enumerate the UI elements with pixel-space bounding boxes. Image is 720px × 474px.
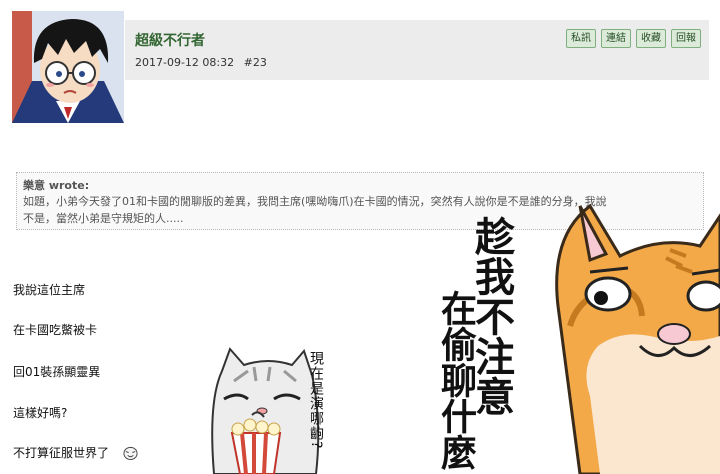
link-button[interactable]: 連結 [601,29,631,48]
small-sticker-caption: 現在是演哪齣? [308,351,324,450]
post-floor[interactable]: #23 [244,56,267,69]
quote-author: 樂意 wrote: [23,179,90,192]
report-button[interactable]: 回報 [671,29,701,48]
body-line: 我說這位主席 [13,283,86,297]
private-message-button[interactable]: 私訊 [566,29,596,48]
body-line: 在卡國吃鱉被卡 [13,323,98,337]
post-meta: 2017-09-12 08:32 #23 [135,56,267,69]
post-header: 超級不行者 2017-09-12 08:32 #23 私訊 連結 收藏 回報 [125,20,709,80]
body-line: 回01裝孫顯靈異 [13,365,101,379]
username[interactable]: 超級不行者 [135,30,205,50]
sticker-caption-1: 趁我不注意 [468,216,514,416]
post-timestamp: 2017-09-12 08:32 [135,56,235,69]
avatar[interactable] [12,11,124,123]
favorite-button[interactable]: 收藏 [636,29,666,48]
body-line-text: 不打算征服世界了 [13,446,110,460]
post-actions: 私訊 連結 收藏 回報 [566,29,701,48]
sticker-caption-2: 在偷聊什麼 [435,290,476,470]
body-line: 這樣好嗎? [13,406,68,420]
laughing-smiley-icon [123,446,138,460]
anime-boy-avatar-image [12,11,124,123]
body-line-with-smiley: 不打算征服世界了 [13,444,138,461]
